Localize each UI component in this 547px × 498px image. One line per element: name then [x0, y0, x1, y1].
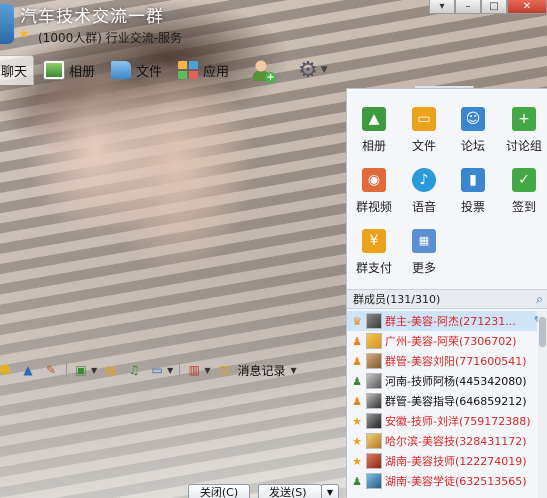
close-window-button[interactable]: ✕ — [507, 0, 547, 14]
avatar — [366, 453, 382, 469]
list-item[interactable]: ★ 哈尔滨-美容技(328431172) — [347, 431, 537, 451]
music-icon[interactable]: ♫ — [125, 362, 143, 378]
shake-icon[interactable]: ▲ — [19, 362, 37, 378]
voice-icon: ♪ — [412, 168, 436, 192]
maximize-button[interactable]: □ — [481, 0, 507, 14]
red-packet-icon[interactable]: ▥ — [185, 362, 203, 378]
payment-icon: ¥ — [362, 229, 386, 253]
folder-icon — [111, 61, 132, 79]
star-icon: ★ — [352, 414, 362, 428]
note-icon[interactable]: ▤ — [102, 362, 120, 378]
tab-chat[interactable]: 聊天 — [0, 55, 35, 85]
more-icon: ▦ — [412, 229, 436, 253]
app-album[interactable]: ▲ 相册 — [349, 107, 399, 165]
list-item[interactable]: ★ 湖南-美容技师(122274019) — [347, 451, 537, 471]
settings-button[interactable]: ⚙ ▼ — [290, 55, 330, 85]
group-title: 汽车技术交流一群 — [20, 7, 164, 27]
avatar — [366, 433, 382, 449]
app-logo — [0, 4, 14, 44]
add-member-icon — [251, 59, 277, 83]
vote-icon: ▮ — [461, 168, 485, 192]
image-icon[interactable]: ▣ — [72, 362, 90, 378]
group-toolbar: 聊天 相册 文件 应用 ⚙ ▼ — [0, 54, 340, 86]
members-count: 群成员(131/310) — [353, 293, 441, 306]
app-vote[interactable]: ▮ 投票 — [448, 168, 498, 226]
admin-icon: ♟ — [352, 354, 362, 368]
video-icon: ◉ — [362, 168, 386, 192]
tab-label: 文件 — [136, 64, 163, 80]
avatar — [366, 373, 382, 389]
input-toolbar: ☻ ▲ ✎ ▣ ▼ ▤ ♫ ▭ ▼ ▥ ▼ ⊡ 消息记录 ▼ — [0, 359, 345, 381]
chevron-down-icon[interactable]: ▼ — [167, 366, 173, 375]
list-item[interactable]: ★ 安徽-技师-刘洋(759172388) — [347, 411, 537, 431]
window-controls: ▾ – □ ✕ — [429, 0, 547, 14]
avatar — [366, 313, 382, 329]
chevron-down-icon[interactable]: ▼ — [91, 366, 97, 375]
title-bar: 汽车技术交流一群 ★ (1000人群) 行业交流-服务 ▾ – □ ✕ — [0, 0, 547, 50]
avatar — [366, 393, 382, 409]
tab-label: 聊天 — [1, 65, 28, 80]
member-icon: ♟ — [352, 374, 362, 388]
tab-album[interactable]: 相册 — [38, 55, 101, 85]
list-item[interactable]: ♟ 河南-技师阿杨(445342080) — [347, 371, 537, 391]
folder-icon: ▭ — [412, 107, 436, 131]
search-icon[interactable]: ⌕ — [536, 290, 543, 309]
star-icon: ★ — [18, 27, 30, 42]
gear-icon: ⚙ — [298, 57, 318, 83]
album-icon: ▲ — [362, 107, 386, 131]
message-record-button[interactable]: 消息记录 — [237, 362, 285, 379]
app-group-video[interactable]: ◉ 群视频 — [349, 168, 399, 226]
tab-label: 相册 — [69, 64, 96, 80]
app-checkin[interactable]: ✓ 签到 — [499, 168, 547, 226]
member-icon: ♟ — [352, 474, 362, 488]
emoji-icon[interactable]: ☻ — [0, 362, 14, 378]
list-item[interactable]: ♟ 群管-美容刘阳(771600541) — [347, 351, 537, 371]
group-subtitle: (1000人群) 行业交流-服务 — [38, 31, 183, 45]
list-item[interactable]: ♟ 广州-美容-阿荣(7306702) — [347, 331, 537, 351]
list-item[interactable]: ♛ 群主-美容-阿杰(271231... ✎ — [347, 311, 543, 331]
avatar — [366, 413, 382, 429]
chevron-down-icon[interactable]: ▼ — [204, 366, 210, 375]
members-header: 群成员(131/310) ⌕ — [347, 289, 547, 309]
tab-files[interactable]: 文件 — [105, 55, 168, 85]
admin-icon: ♟ — [352, 394, 362, 408]
scrollbar-thumb[interactable] — [539, 317, 546, 347]
owner-icon: ♛ — [352, 314, 362, 328]
app-forum[interactable]: ☺ 论坛 — [448, 107, 498, 165]
minimize-button[interactable]: – — [455, 0, 481, 14]
album-icon — [44, 61, 65, 79]
app-files[interactable]: ▭ 文件 — [399, 107, 449, 165]
members-scrollbar[interactable] — [538, 311, 547, 498]
forum-icon: ☺ — [461, 107, 485, 131]
list-item[interactable]: ♟ 群管-美容指导(646859212) — [347, 391, 537, 411]
list-item[interactable]: ♟ 湖南-美容学徒(632513565) — [347, 471, 537, 491]
chevron-down-icon: ▼ — [320, 65, 328, 75]
app-discussion[interactable]: + 讨论组 — [499, 107, 547, 165]
app-group-payment[interactable]: ¥ 群支付 — [349, 229, 399, 287]
add-member-button[interactable] — [245, 55, 286, 85]
avatar — [366, 333, 382, 349]
send-options-button[interactable]: ▼ — [321, 484, 339, 498]
discussion-icon: + — [512, 107, 536, 131]
app-more[interactable]: ▦ 更多 — [399, 229, 449, 287]
apps-icon — [178, 61, 199, 79]
skin-icon[interactable]: ▾ — [429, 0, 455, 14]
send-button[interactable]: 发送(S) — [258, 484, 322, 498]
message-record-icon[interactable]: ⊡ — [215, 362, 233, 378]
chevron-down-icon[interactable]: ▼ — [290, 366, 296, 375]
avatar — [366, 473, 382, 489]
members-list: ♛ 群主-美容-阿杰(271231... ✎ ♟ 广州-美容-阿荣(730670… — [347, 311, 543, 491]
screenshot-icon[interactable]: ▭ — [148, 362, 166, 378]
avatar — [366, 353, 382, 369]
right-panel: ▲ 相册 ▭ 文件 ☺ 论坛 + 讨论组 ◉ 群视频 ♪ 语音 ▮ 投票 ✓ 签 — [346, 88, 547, 498]
admin-icon: ♟ — [352, 334, 362, 348]
star-icon: ★ — [352, 434, 362, 448]
tab-label: 应用 — [203, 64, 230, 80]
close-button[interactable]: 关闭(C) — [188, 484, 250, 498]
star-icon: ★ — [352, 454, 362, 468]
checkin-icon: ✓ — [512, 168, 536, 192]
app-voice[interactable]: ♪ 语音 — [399, 168, 449, 226]
tab-apps[interactable]: 应用 — [172, 55, 235, 85]
font-edit-icon[interactable]: ✎ — [42, 362, 60, 378]
